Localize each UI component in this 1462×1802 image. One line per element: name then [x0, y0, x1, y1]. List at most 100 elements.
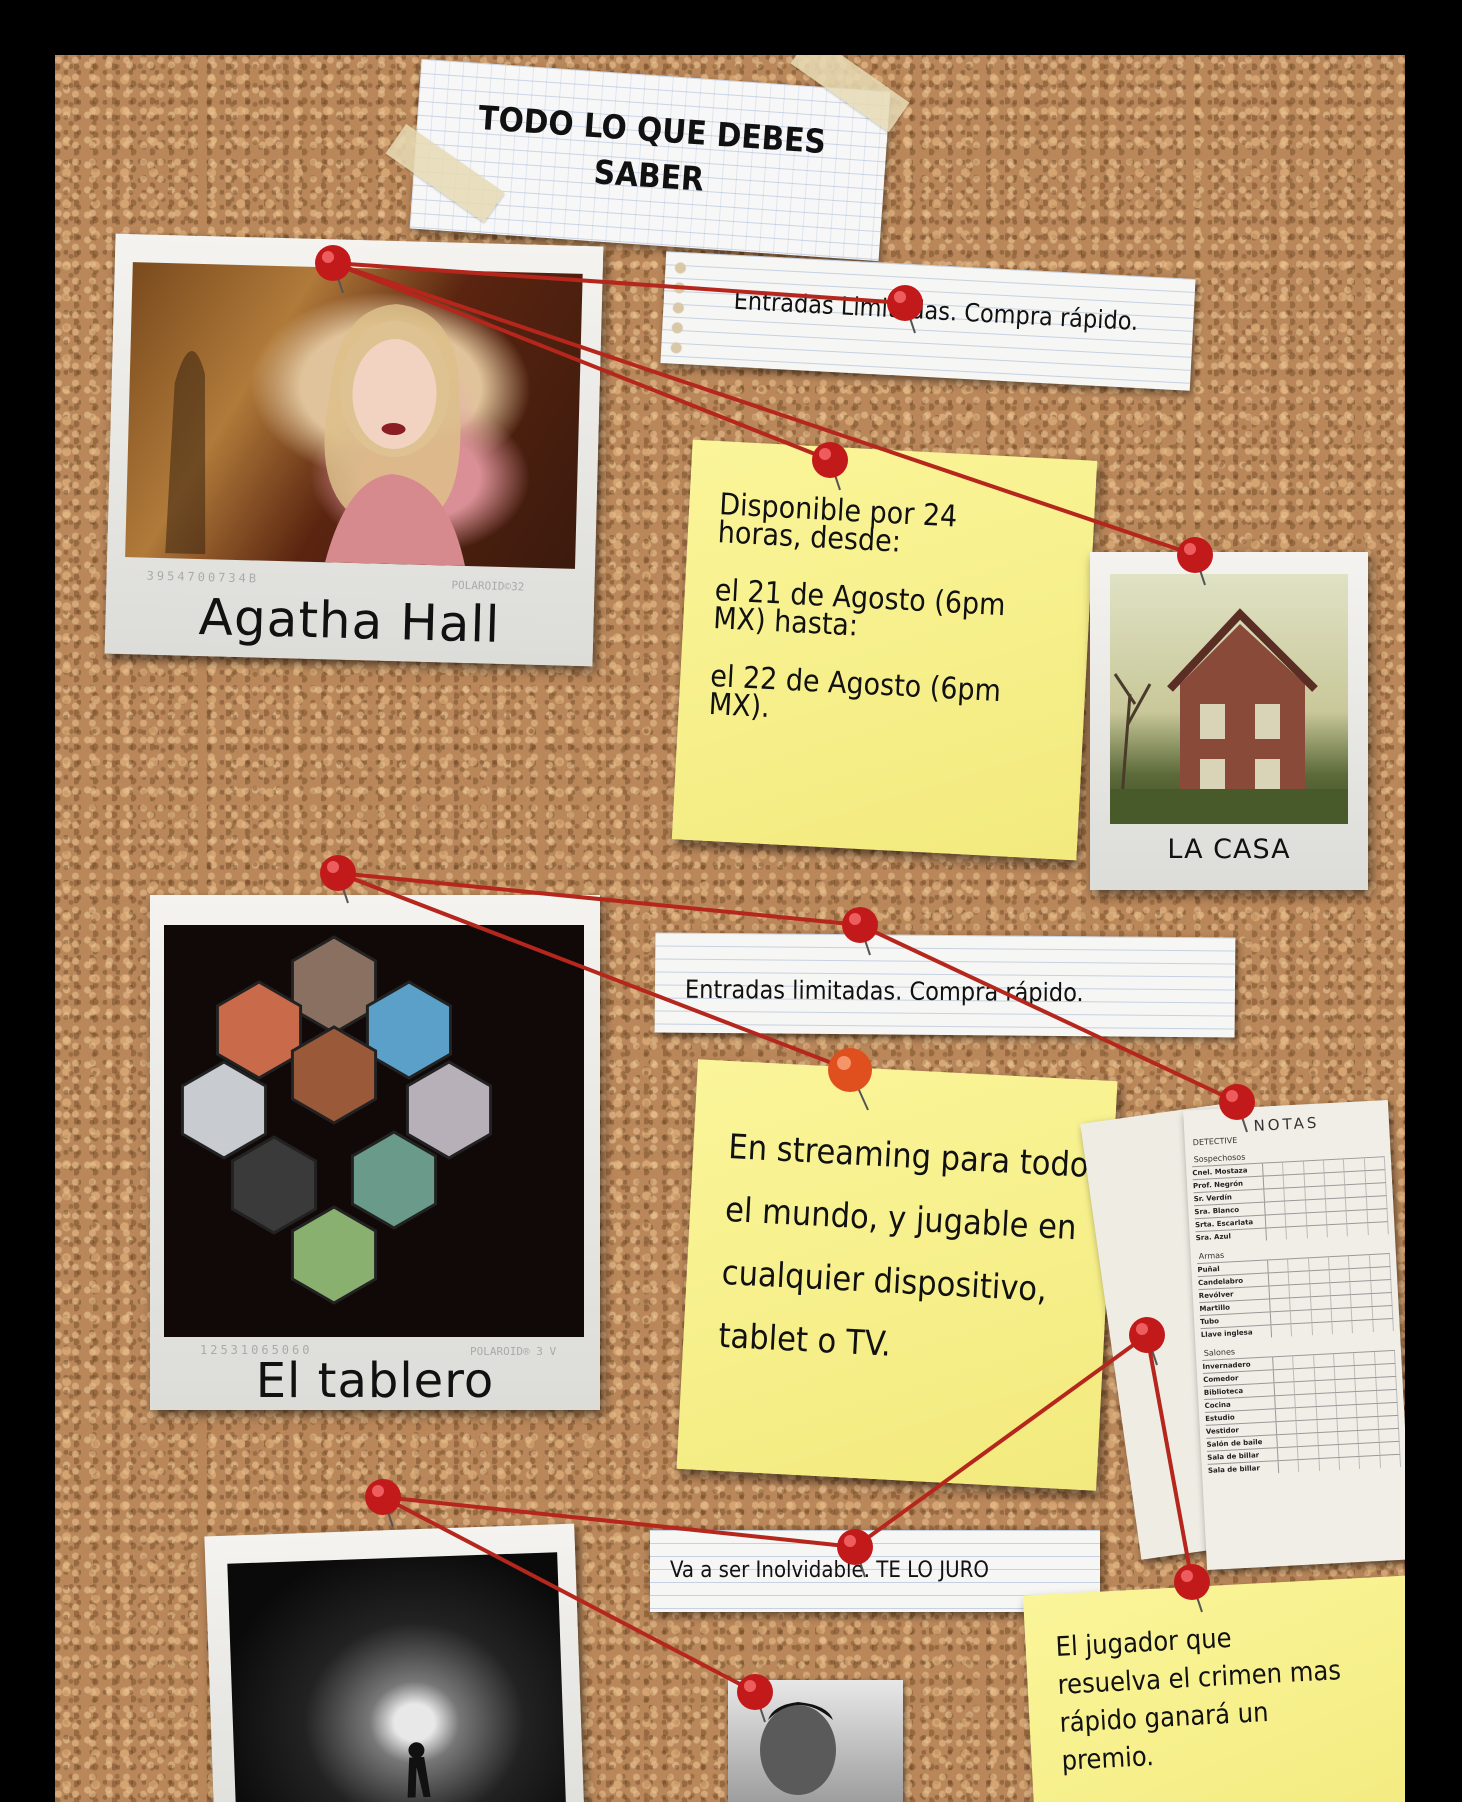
notes-cell[interactable]	[1327, 1224, 1349, 1238]
notes-cell[interactable]	[1268, 1259, 1289, 1273]
notes-cell[interactable]	[1315, 1380, 1337, 1394]
notes-cell[interactable]	[1317, 1432, 1339, 1446]
notes-cell[interactable]	[1332, 1321, 1354, 1335]
notes-cell[interactable]	[1326, 1211, 1348, 1225]
notes-cell[interactable]	[1328, 1256, 1350, 1270]
notes-cell[interactable]	[1273, 1356, 1295, 1370]
notes-cell[interactable]	[1378, 1428, 1400, 1442]
notes-cell[interactable]	[1355, 1377, 1377, 1391]
notes-cell[interactable]	[1375, 1376, 1397, 1390]
notes-cell[interactable]	[1349, 1268, 1371, 1282]
notes-cell[interactable]	[1356, 1390, 1378, 1404]
notes-cell[interactable]	[1351, 1307, 1373, 1321]
notes-cell[interactable]	[1330, 1282, 1352, 1296]
notes-cell[interactable]	[1339, 1456, 1361, 1470]
notes-cell[interactable]	[1290, 1297, 1312, 1311]
notes-cell[interactable]	[1347, 1223, 1369, 1237]
notes-cell[interactable]	[1325, 1198, 1347, 1212]
notes-cell[interactable]	[1358, 1429, 1380, 1443]
notes-cell[interactable]	[1269, 1285, 1291, 1299]
notes-cell[interactable]	[1303, 1160, 1325, 1174]
notes-cell[interactable]	[1316, 1406, 1338, 1420]
notes-cell[interactable]	[1271, 1324, 1293, 1338]
notes-cell[interactable]	[1306, 1225, 1328, 1239]
notes-cell[interactable]	[1275, 1408, 1297, 1422]
notes-cell[interactable]	[1296, 1407, 1318, 1421]
notes-cell[interactable]	[1278, 1460, 1300, 1474]
notes-cell[interactable]	[1283, 1161, 1305, 1175]
notes-cell[interactable]	[1313, 1354, 1335, 1368]
notes-cell[interactable]	[1308, 1257, 1330, 1271]
notes-cell[interactable]	[1283, 1174, 1305, 1188]
notes-cell[interactable]	[1312, 1322, 1333, 1336]
notes-cell[interactable]	[1294, 1368, 1316, 1382]
notes-cell[interactable]	[1346, 1210, 1368, 1224]
notes-cell[interactable]	[1352, 1320, 1374, 1334]
notes-cell[interactable]	[1317, 1419, 1339, 1433]
notes-cell[interactable]	[1309, 1270, 1331, 1284]
notes-cell[interactable]	[1265, 1201, 1286, 1215]
notes-cell[interactable]	[1336, 1404, 1358, 1419]
notes-cell[interactable]	[1377, 1402, 1399, 1416]
notes-cell[interactable]	[1354, 1351, 1376, 1366]
notes-cell[interactable]	[1357, 1416, 1379, 1430]
notes-cell[interactable]	[1371, 1293, 1393, 1307]
notes-cell[interactable]	[1346, 1197, 1368, 1211]
notes-cell[interactable]	[1350, 1281, 1372, 1295]
notes-cell[interactable]	[1370, 1267, 1392, 1281]
notes-cell[interactable]	[1294, 1381, 1316, 1395]
notes-cell[interactable]	[1274, 1382, 1296, 1396]
notes-cell[interactable]	[1305, 1199, 1327, 1213]
notes-cell[interactable]	[1351, 1294, 1373, 1308]
notes-cell[interactable]	[1306, 1212, 1328, 1226]
notes-cell[interactable]	[1372, 1305, 1394, 1320]
notes-cell[interactable]	[1364, 1157, 1386, 1171]
notes-cell[interactable]	[1319, 1457, 1341, 1472]
notes-cell[interactable]	[1344, 1171, 1366, 1185]
notes-cell[interactable]	[1325, 1185, 1347, 1199]
notes-cell[interactable]	[1268, 1272, 1290, 1286]
notes-cell[interactable]	[1375, 1363, 1397, 1377]
notes-cell[interactable]	[1324, 1172, 1346, 1186]
notes-cell[interactable]	[1336, 1391, 1358, 1406]
notes-cell[interactable]	[1270, 1311, 1292, 1325]
notes-cell[interactable]	[1355, 1364, 1376, 1379]
notes-cell[interactable]	[1311, 1309, 1333, 1323]
notes-cell[interactable]	[1273, 1369, 1295, 1383]
notes-cell[interactable]	[1314, 1367, 1336, 1381]
notes-cell[interactable]	[1276, 1421, 1298, 1435]
notes-cell[interactable]	[1298, 1446, 1320, 1460]
notes-cell[interactable]	[1379, 1441, 1401, 1455]
notes-cell[interactable]	[1357, 1403, 1378, 1417]
notes-cell[interactable]	[1345, 1184, 1367, 1198]
notes-cell[interactable]	[1304, 1186, 1326, 1200]
notes-cell[interactable]	[1369, 1254, 1391, 1268]
notes-cell[interactable]	[1286, 1213, 1307, 1227]
notes-cell[interactable]	[1310, 1296, 1332, 1310]
notes-cell[interactable]	[1323, 1159, 1345, 1173]
notes-cell[interactable]	[1349, 1255, 1371, 1269]
notes-cell[interactable]	[1344, 1158, 1366, 1172]
notes-cell[interactable]	[1335, 1379, 1357, 1393]
notes-cell[interactable]	[1370, 1280, 1392, 1294]
notes-cell[interactable]	[1264, 1188, 1286, 1202]
notes-cell[interactable]	[1295, 1394, 1317, 1408]
notes-cell[interactable]	[1365, 1170, 1387, 1184]
notes-cell[interactable]	[1338, 1443, 1360, 1457]
notes-cell[interactable]	[1277, 1447, 1299, 1461]
notes-cell[interactable]	[1289, 1284, 1311, 1298]
notes-cell[interactable]	[1286, 1226, 1308, 1240]
notes-cell[interactable]	[1291, 1323, 1313, 1337]
notes-cell[interactable]	[1291, 1310, 1313, 1324]
notes-cell[interactable]	[1374, 1350, 1396, 1364]
notes-cell[interactable]	[1304, 1173, 1326, 1187]
notes-cell[interactable]	[1334, 1353, 1355, 1367]
notes-cell[interactable]	[1367, 1209, 1389, 1223]
notes-cell[interactable]	[1277, 1434, 1299, 1448]
notes-cell[interactable]	[1366, 1196, 1388, 1210]
notes-cell[interactable]	[1367, 1222, 1389, 1236]
notes-cell[interactable]	[1365, 1183, 1387, 1197]
notes-cell[interactable]	[1329, 1269, 1351, 1283]
notes-cell[interactable]	[1288, 1258, 1310, 1272]
notes-cell[interactable]	[1372, 1318, 1394, 1333]
